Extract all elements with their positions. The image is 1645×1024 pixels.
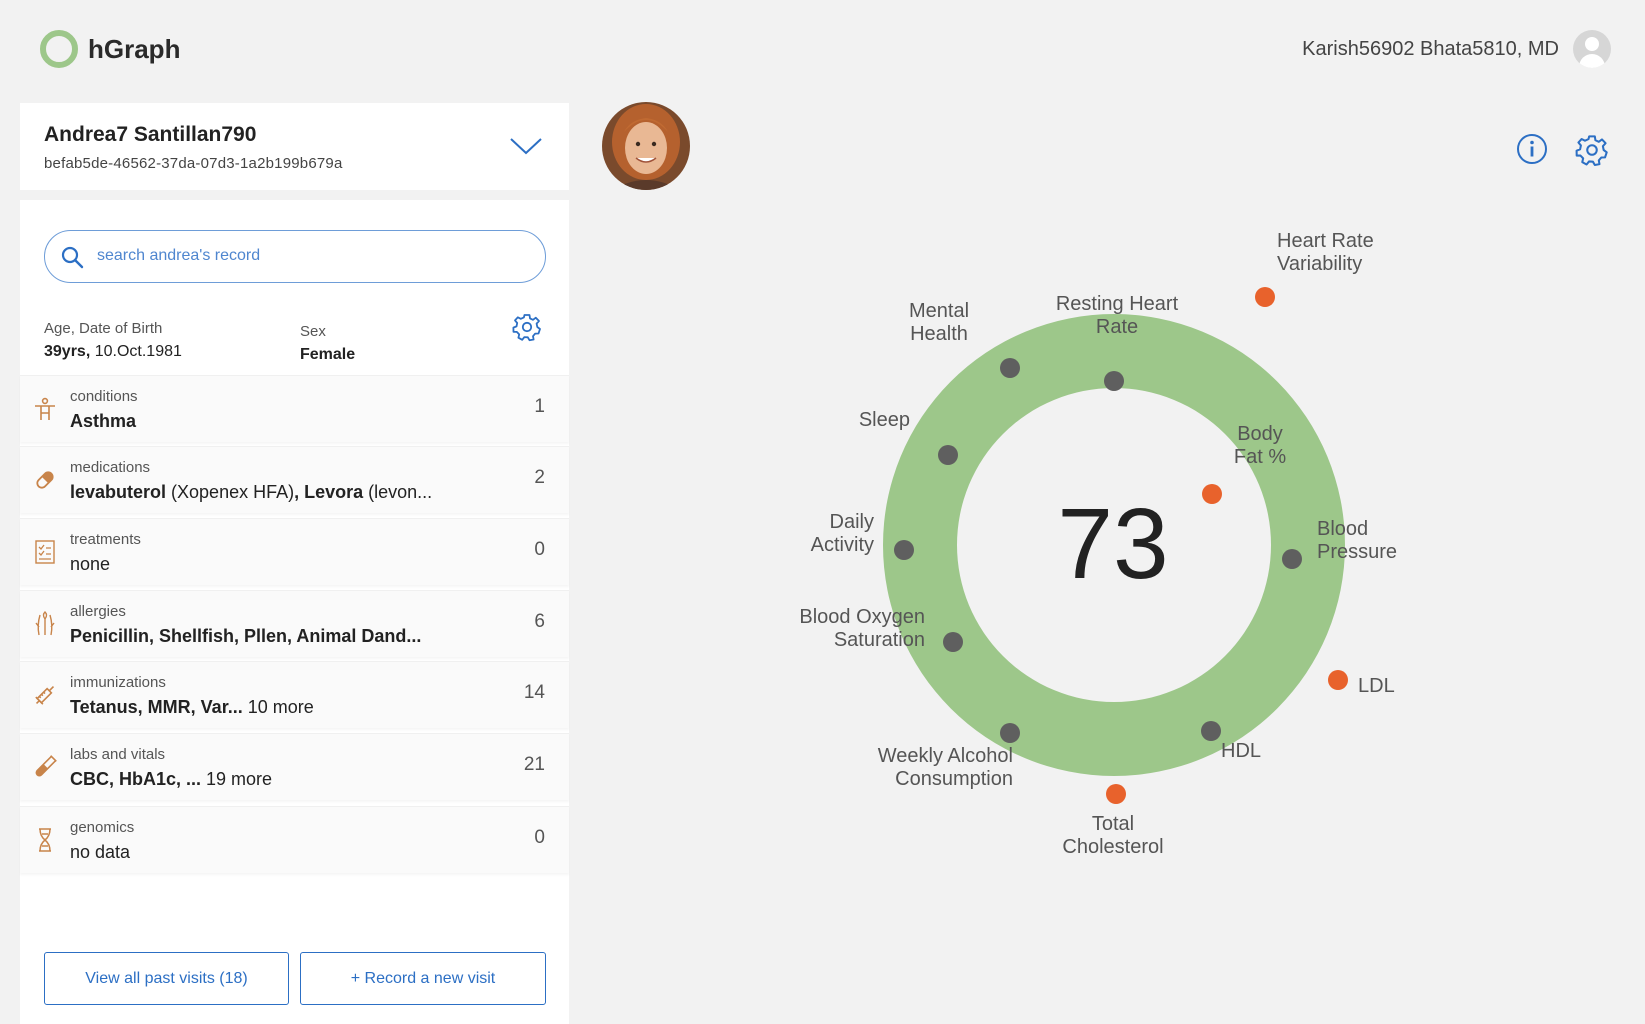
metric-point-heart-rate-variability[interactable] <box>1255 287 1275 307</box>
test-tube-icon <box>35 755 57 777</box>
info-icon[interactable] <box>1516 133 1548 165</box>
category-row-immunizations[interactable]: immunizations Tetanus, MMR, Var... 10 mor… <box>20 661 569 728</box>
metric-label: Total Cholesterol <box>1062 813 1163 858</box>
patient-photo <box>602 102 690 190</box>
patient-record-panel: Age, Date of Birth 39yrs, 10.Oct.1981 Se… <box>20 200 569 1024</box>
patient-selector[interactable]: Andrea7 Santillan790 befab5de-46562-37da… <box>20 103 569 190</box>
category-summary: CBC, HbA1c, ... 19 more <box>70 769 273 789</box>
sex-label: Sex <box>300 323 326 340</box>
chevron-down-icon[interactable] <box>509 136 543 156</box>
search-icon <box>61 246 84 269</box>
record-new-visit-button[interactable]: + Record a new visit <box>300 952 546 1005</box>
patient-id: befab5de-46562-37da-07d3-1a2b199b679a <box>44 155 343 172</box>
metric-point-ldl[interactable] <box>1328 670 1348 690</box>
app-name: hGraph <box>88 33 181 64</box>
person-icon <box>35 397 55 420</box>
category-row-conditions[interactable]: conditions Asthma 1 <box>20 375 569 442</box>
health-score: 73 <box>1057 488 1168 600</box>
user-name: Karish56902 Bhata5810, MD <box>1302 37 1559 60</box>
settings-gear-icon[interactable] <box>1575 133 1609 167</box>
metric-label: LDL <box>1358 675 1395 697</box>
user-avatar-icon[interactable] <box>1573 30 1611 68</box>
metric-label: Blood Pressure <box>1317 518 1397 563</box>
logo-ring-icon <box>40 30 78 68</box>
metric-point-mental-health[interactable] <box>1000 358 1020 378</box>
category-count: 14 <box>523 682 545 703</box>
category-summary: no data <box>70 842 131 862</box>
wheat-icon <box>35 611 55 636</box>
metric-point-blood-pressure[interactable] <box>1282 549 1302 569</box>
category-row-genomics[interactable]: genomics no data 0 <box>20 806 569 873</box>
sex-value: Female <box>300 346 356 363</box>
health-score-graph: 73 Resting Heart RateHeart Rate Variabilit… <box>799 230 1397 858</box>
category-label: immunizations <box>70 674 166 691</box>
category-row-labs-and-vitals[interactable]: labs and vitals CBC, HbA1c, ... 19 more 21 <box>20 733 569 800</box>
category-summary: none <box>70 554 111 574</box>
category-label: allergies <box>70 603 126 620</box>
metric-point-total-cholesterol[interactable] <box>1106 784 1126 804</box>
category-label: genomics <box>70 819 135 836</box>
metric-point-blood-oxygen-saturation[interactable] <box>943 632 963 652</box>
metric-label: Blood Oxygen Saturation <box>799 606 925 651</box>
age-dob-value: 39yrs, 10.Oct.1981 <box>44 343 182 360</box>
demographics-settings-gear-icon[interactable] <box>512 312 542 342</box>
category-label: labs and vitals <box>70 746 166 763</box>
category-label: treatments <box>70 531 141 548</box>
category-summary: Asthma <box>70 411 137 431</box>
search-box[interactable] <box>44 230 546 283</box>
dna-icon <box>39 828 51 852</box>
metric-point-hdl[interactable] <box>1201 721 1221 741</box>
metric-label: Heart Rate Variability <box>1277 230 1374 275</box>
category-count: 2 <box>534 467 545 488</box>
metric-point-daily-activity[interactable] <box>894 540 914 560</box>
category-count: 6 <box>534 611 545 632</box>
category-count: 0 <box>534 827 545 848</box>
checklist-icon <box>35 540 55 564</box>
category-summary: levabuterol (Xopenex HFA), Levora (levon… <box>70 482 433 502</box>
category-row-medications[interactable]: medications levabuterol (Xopenex HFA), Le… <box>20 446 569 513</box>
metric-point-body-fat-[interactable] <box>1202 484 1222 504</box>
category-count: 1 <box>534 396 545 417</box>
age-dob-label: Age, Date of Birth <box>44 320 163 337</box>
metric-label: Body Fat % <box>1234 423 1286 468</box>
category-label: medications <box>70 459 151 476</box>
category-summary: Penicillin, Shellfish, Pllen, Animal Dan… <box>70 626 422 646</box>
category-count: 21 <box>523 754 545 775</box>
metric-label: Weekly Alcohol Consumption <box>878 745 1013 790</box>
category-label: conditions <box>70 388 138 405</box>
category-row-allergies[interactable]: allergies Penicillin, Shellfish, Pllen, A… <box>20 590 569 657</box>
user-menu[interactable]: Karish56902 Bhata5810, MD <box>1302 30 1611 68</box>
search-input[interactable] <box>97 241 527 271</box>
category-summary: Tetanus, MMR, Var... 10 more <box>70 697 314 717</box>
view-past-visits-button[interactable]: View all past visits (18) <box>44 952 289 1005</box>
pill-icon <box>36 471 54 489</box>
metric-point-weekly-alcohol-consumption[interactable] <box>1000 723 1020 743</box>
metric-point-resting-heart-rate[interactable] <box>1104 371 1124 391</box>
metric-label: Daily Activity <box>811 511 874 556</box>
category-count: 0 <box>534 539 545 560</box>
metric-label: Sleep <box>859 409 910 431</box>
top-bar: hGraph Karish56902 Bhata5810, MD <box>0 0 1645 100</box>
metric-label: HDL <box>1221 740 1261 762</box>
app-logo[interactable]: hGraph <box>40 30 180 68</box>
patient-name: Andrea7 Santillan790 <box>44 123 257 146</box>
syringe-icon <box>35 685 55 705</box>
metric-label: Mental Health <box>909 300 969 345</box>
metric-point-sleep[interactable] <box>938 445 958 465</box>
category-row-treatments[interactable]: treatments none 0 <box>20 518 569 585</box>
